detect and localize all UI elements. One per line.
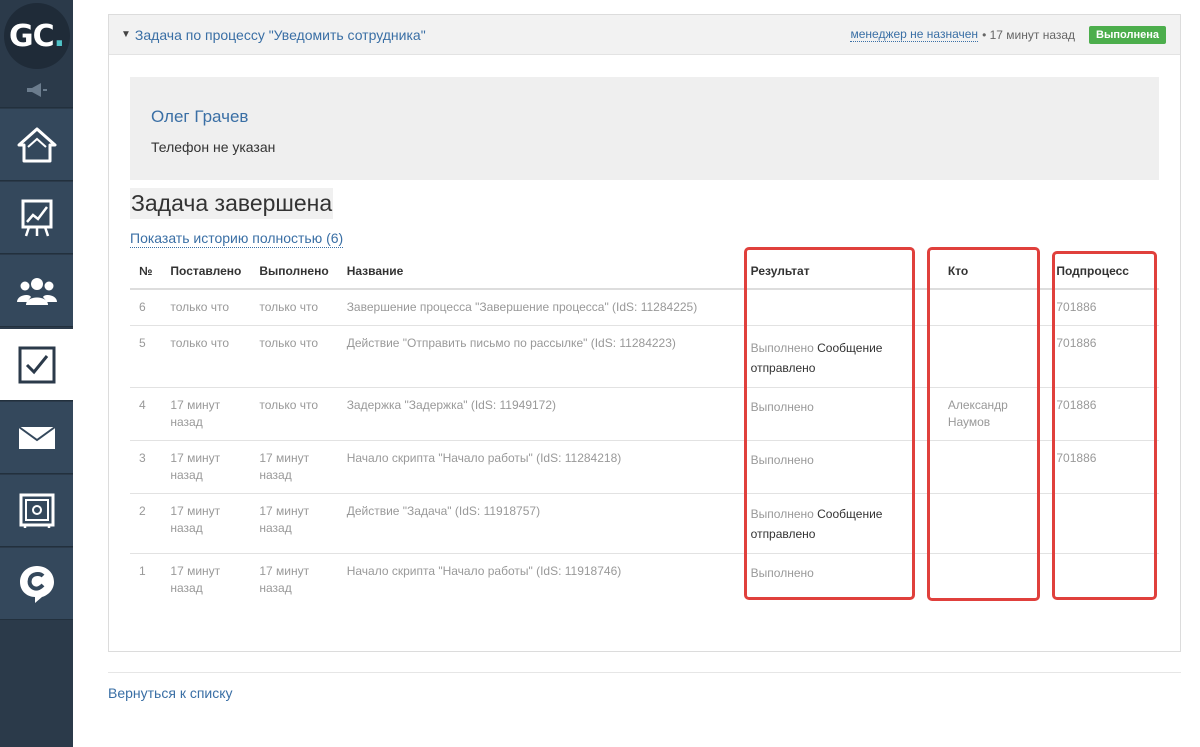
announcement-button[interactable] [0,72,73,108]
row-num: 3 [130,440,162,494]
row-set: 17 минут назад [161,493,251,554]
sidebar-item-chat[interactable] [0,548,73,620]
sidebar-item-tasks[interactable] [0,329,73,401]
row-name: Начало скрипта "Начало работы" (IdS: 112… [337,440,742,494]
row-done: только что [250,289,338,326]
chat-icon [19,565,54,603]
safe-icon [19,493,54,528]
users-icon [16,277,57,305]
page-title: Задача завершена [130,188,334,219]
row-name: Действие "Задача" (IdS: 11918757) [337,493,742,554]
divider [108,672,1181,673]
logo-text: GC [8,18,55,54]
row-set: 17 минут назад [170,564,221,595]
row-set: 17 минут назад [161,387,251,441]
col-name: Название [337,253,742,290]
col-done: Выполнено [250,253,338,290]
row-set: 17 минут назад [161,440,251,494]
contact-name[interactable]: Олег Грачев [151,107,1138,127]
sidebar-item-reports[interactable] [0,182,73,254]
sidebar-item-safe[interactable] [0,475,73,547]
sidebar-fill [0,622,73,747]
row-done: 17 минут назад [250,440,338,494]
row-name: Задержка "Задержка" (IdS: 11949172) [337,387,742,441]
task-title[interactable]: Задача по процессу "Уведомить сотрудника… [135,27,426,43]
highlight-result-column [744,247,915,600]
row-set: только что [161,325,251,388]
checkbox-icon [18,346,55,383]
sidebar-item-users[interactable] [0,255,73,327]
sidebar: GC. [0,0,73,747]
row-set: только что [161,289,251,326]
chart-icon [21,199,52,236]
task-meta: менеджер не назначен • 17 минут назад Вы… [850,25,1166,44]
caret-down-icon[interactable]: ▼ [121,29,131,40]
logo[interactable]: GC. [0,0,73,72]
row-done: только что [250,325,338,388]
task-time: • 17 минут назад [982,27,1076,42]
col-set: Поставлено [161,253,251,290]
logo-dot: . [53,18,65,54]
contact-card: Олег Грачев Телефон не указан [130,77,1159,180]
row-num: 1 [139,564,146,578]
home-icon [17,127,56,162]
task-header[interactable]: ▼ Задача по процессу "Уведомить сотрудни… [109,15,1180,55]
megaphone-icon [26,82,47,97]
row-name: Завершение процесса "Завершение процесса… [337,289,742,326]
sidebar-item-mail[interactable] [0,402,73,474]
col-num: № [130,253,162,290]
row-num: 4 [130,387,162,441]
row-num: 2 [130,493,162,554]
row-num: 6 [130,289,162,326]
logo-mark: GC. [3,3,70,69]
highlight-subprocess-column [1052,251,1157,600]
show-history-link[interactable]: Показать историю полностью (6) [130,229,344,248]
row-done: 17 минут назад [259,564,310,595]
row-done: 17 минут назад [250,493,338,554]
mail-icon [17,425,56,449]
highlight-who-column [927,247,1040,601]
sidebar-item-home[interactable] [0,109,73,181]
status-badge: Выполнена [1089,25,1166,44]
back-to-list-link[interactable]: Вернуться к списку [108,685,233,701]
row-done: только что [250,387,338,441]
row-name: Действие "Отправить письмо по рассылке" … [337,325,742,388]
row-name: Начало скрипта "Начало работы" (IdS: 119… [346,564,622,578]
contact-phone: Телефон не указан [151,139,276,155]
row-num: 5 [130,325,162,388]
manager-link[interactable]: менеджер не назначен [850,27,979,42]
